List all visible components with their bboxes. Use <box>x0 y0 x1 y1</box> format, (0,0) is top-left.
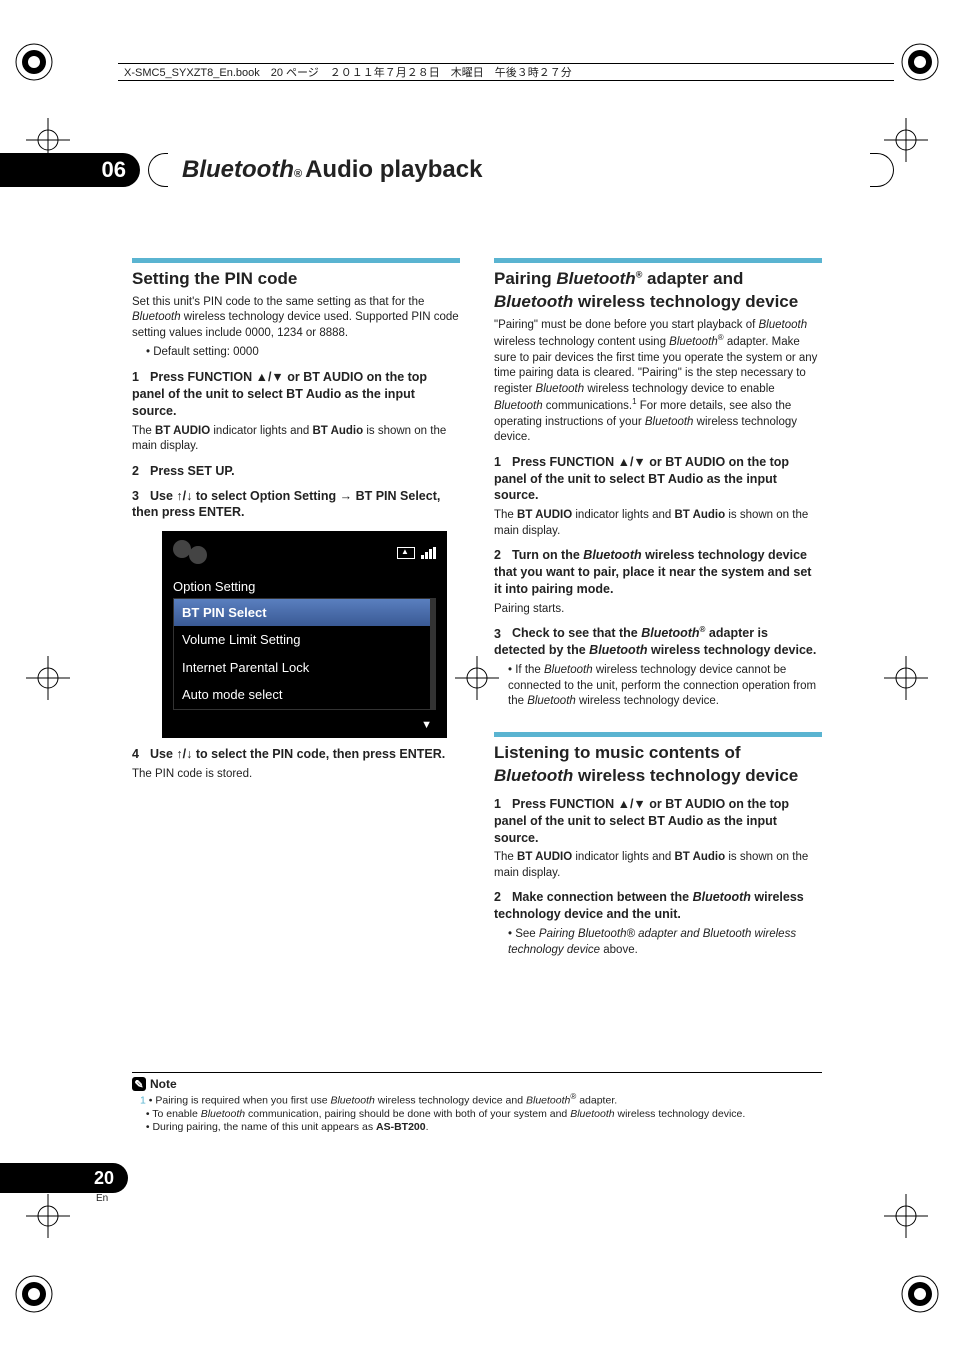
footnote-line: • During pairing, the name of this unit … <box>140 1121 822 1133</box>
step-4: 4Use ↑/↓ to select the PIN code, then pr… <box>132 746 460 763</box>
paragraph: Set this unit's PIN code to the same set… <box>132 295 460 342</box>
page-number-badge: 20 <box>0 1163 128 1193</box>
gear-icon <box>171 538 209 566</box>
signal-icon <box>421 547 436 559</box>
chapter-number-badge: 06 <box>0 153 140 187</box>
chapter-header: 06 Bluetooth® Audio playback <box>0 153 894 187</box>
cross-mark-icon <box>884 1194 928 1238</box>
osd-list: BT PIN Select Volume Limit Setting Inter… <box>173 598 436 710</box>
left-column: Setting the PIN code Set this unit's PIN… <box>132 258 460 962</box>
step-3: 3Use ↑/↓ to select Option Setting → BT P… <box>132 488 460 522</box>
file-info-bar: X-SMC5_SYXZT8_En.book 20 ページ ２０１１年７月２８日 … <box>118 63 894 81</box>
step-sub: The PIN code is stored. <box>132 767 460 783</box>
osd-item: Volume Limit Setting <box>174 626 430 654</box>
osd-item: Auto mode select <box>174 681 430 709</box>
bullet-item: If the Bluetooth wireless technology dev… <box>508 663 822 710</box>
step-sub: The BT AUDIO indicator lights and BT Aud… <box>494 850 822 881</box>
step-1: 1Press FUNCTION ▲/▼ or BT AUDIO on the t… <box>494 454 822 505</box>
osd-screenshot: Option Setting BT PIN Select Volume Limi… <box>162 531 447 738</box>
note-icon: ✎ <box>132 1077 146 1091</box>
step-2: 2Make connection between the Bluetooth w… <box>494 889 822 923</box>
bullet-item: Default setting: 0000 <box>146 345 460 361</box>
registration-mark-icon <box>14 1274 54 1314</box>
registration-mark-icon <box>900 42 940 82</box>
step-sub: Pairing starts. <box>494 602 822 618</box>
osd-item-selected: BT PIN Select <box>174 599 430 627</box>
note-label: ✎ Note <box>132 1077 177 1091</box>
display-icon <box>397 547 415 559</box>
cross-mark-icon <box>26 1194 70 1238</box>
osd-item: Internet Parental Lock <box>174 654 430 682</box>
scroll-down-icon: ▼ <box>163 718 446 737</box>
cap-close-icon <box>870 153 894 187</box>
cap-open-icon <box>148 153 168 187</box>
cross-mark-icon <box>26 656 70 700</box>
page-language: En <box>96 1193 108 1204</box>
step-1: 1Press FUNCTION ▲/▼ or BT AUDIO on the t… <box>132 369 460 420</box>
step-sub: The BT AUDIO indicator lights and BT Aud… <box>132 424 460 455</box>
step-2: 2Press SET UP. <box>132 463 460 480</box>
cross-mark-icon <box>884 656 928 700</box>
section-heading-listen: Listening to music contents of Bluetooth… <box>494 732 822 788</box>
footnote-line: • To enable Bluetooth communication, pai… <box>140 1108 822 1120</box>
footnote-block: ✎ Note 1 • Pairing is required when you … <box>132 1072 822 1134</box>
step-sub: The BT AUDIO indicator lights and BT Aud… <box>494 508 822 539</box>
step-2: 2Turn on the Bluetooth wireless technolo… <box>494 547 822 598</box>
section-heading-pin: Setting the PIN code <box>132 258 460 291</box>
footnote-line: 1 • Pairing is required when you first u… <box>140 1092 822 1107</box>
right-column: Pairing Bluetooth® adapter and Bluetooth… <box>494 258 822 962</box>
chapter-title: Bluetooth® Audio playback <box>182 156 482 184</box>
registration-mark-icon <box>14 42 54 82</box>
paragraph: "Pairing" must be done before you start … <box>494 318 822 446</box>
osd-header: Option Setting <box>163 574 446 598</box>
content-columns: Setting the PIN code Set this unit's PIN… <box>132 258 822 962</box>
step-1: 1Press FUNCTION ▲/▼ or BT AUDIO on the t… <box>494 796 822 847</box>
registration-mark-icon <box>900 1274 940 1314</box>
section-heading-pairing: Pairing Bluetooth® adapter and Bluetooth… <box>494 258 822 314</box>
step-3: 3Check to see that the Bluetooth® adapte… <box>494 625 822 659</box>
bullet-item: See Pairing Bluetooth® adapter and Bluet… <box>508 927 822 958</box>
